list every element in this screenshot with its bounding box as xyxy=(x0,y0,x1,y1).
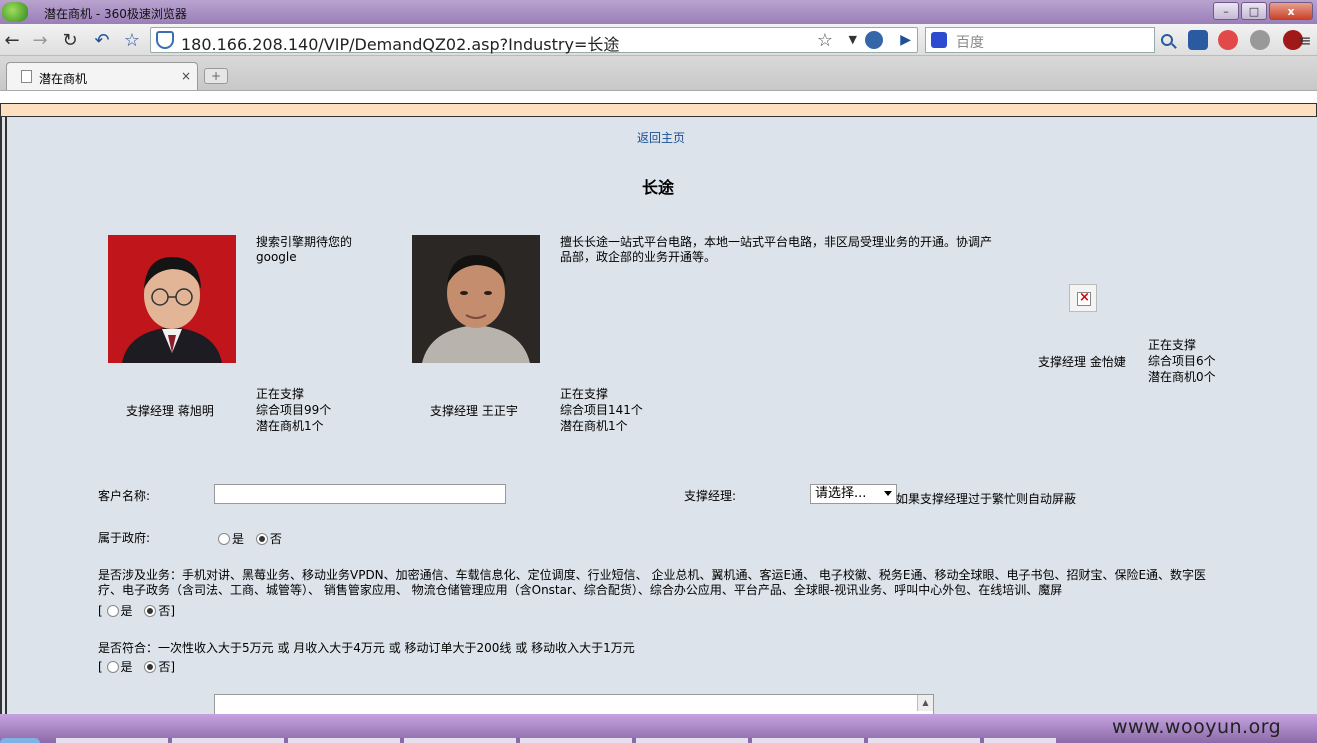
reload-icon[interactable]: ↻ xyxy=(58,28,82,52)
manager-label-2: 支撑经理 王正宇 xyxy=(430,404,518,418)
weibo-icon[interactable] xyxy=(1218,30,1238,50)
taskbar-items xyxy=(0,738,1317,743)
customer-name-label: 客户名称: xyxy=(98,489,151,503)
address-url[interactable]: 180.166.208.140/VIP/DemandQZ02.asp?Indus… xyxy=(181,31,619,55)
page-content: 返回主页 长途 搜索引擎期待您的 google 支撑经理 蒋旭明 正在支撑 综合… xyxy=(0,117,1317,714)
menu-icon[interactable]: ≡ xyxy=(1293,28,1317,52)
apps-grid-icon[interactable] xyxy=(1188,30,1208,50)
manager-photo-1 xyxy=(108,235,236,363)
tab-active[interactable]: 潜在商机 × xyxy=(6,62,198,90)
revenue-yes-radio[interactable] xyxy=(106,661,119,673)
window-title: 潜在商机 - 360极速浏览器 xyxy=(44,7,187,21)
address-bar[interactable]: 180.166.208.140/VIP/DemandQZ02.asp?Indus… xyxy=(150,27,918,55)
gov-no-radio[interactable] xyxy=(255,533,268,545)
bracket-open: [ xyxy=(98,604,103,618)
gov-yes-radio[interactable] xyxy=(218,533,230,545)
search-button[interactable] xyxy=(1155,27,1179,53)
business-no-radio[interactable] xyxy=(144,605,157,617)
forward-icon[interactable]: → xyxy=(28,28,52,52)
close-tab-icon[interactable]: × xyxy=(181,69,191,83)
back-home-link[interactable]: 返回主页 xyxy=(637,129,685,146)
title-bar: 潜在商机 - 360极速浏览器 – □ x xyxy=(0,0,1317,24)
taskbar: www.wooyun.org xyxy=(0,714,1317,743)
close-window-button[interactable]: x xyxy=(1269,2,1313,20)
browser-logo-icon xyxy=(2,2,28,22)
page-top-bar xyxy=(0,103,1317,117)
manager-stats-3: 正在支撑 综合项目6个 潜在商机0个 xyxy=(1148,338,1216,384)
manager-note: 如果支撑经理过于繁忙则自动屏蔽 xyxy=(896,492,1077,506)
manager-stats-2: 正在支撑 综合项目141个 潜在商机1个 xyxy=(560,387,643,433)
bookmark-star-icon[interactable]: ☆ xyxy=(817,30,833,51)
manager-label-3: 支撑经理 金怡婕 xyxy=(1038,355,1126,369)
browser-toolbar: ← → ↻ ↶ ☆ 180.166.208.140/VIP/DemandQZ02… xyxy=(0,24,1317,56)
toolbar-spacer xyxy=(0,90,1317,103)
security-shield-icon xyxy=(156,31,174,49)
bracket-open-2: [ xyxy=(98,660,103,674)
extension-icon[interactable] xyxy=(1250,30,1270,50)
search-box[interactable]: 百度 xyxy=(925,27,1155,53)
gov-label: 属于政府: xyxy=(98,531,151,545)
manager-photo-2 xyxy=(412,235,540,363)
manager-select[interactable]: 请选择... xyxy=(810,484,897,504)
go-icon[interactable]: ▶ xyxy=(900,32,911,48)
minimize-button[interactable]: – xyxy=(1213,2,1239,20)
customer-name-input[interactable] xyxy=(214,484,506,504)
business-radio-group: [ 是 否] xyxy=(98,602,175,619)
tab-strip: 潜在商机 × + xyxy=(0,56,1317,90)
revenue-no-label: 否 xyxy=(158,660,171,674)
business-yes-label: 是 xyxy=(120,604,133,618)
gov-yes-label: 是 xyxy=(232,532,245,546)
manager-stats-1: 正在支撑 综合项目99个 潜在商机1个 xyxy=(256,387,332,433)
new-tab-button[interactable]: + xyxy=(204,68,228,84)
manager-desc-1: 搜索引擎期待您的 google xyxy=(256,235,353,264)
business-no-label: 否 xyxy=(158,604,171,618)
manager-select-label: 支撑经理: xyxy=(684,489,737,503)
broken-image-icon: × xyxy=(1069,284,1097,312)
tab-title[interactable]: 潜在商机 xyxy=(39,70,87,87)
manager-desc-2: 擅长长途一站式平台电路，本地一站式平台电路，非区局受理业务的开通。协调产 品部，… xyxy=(560,235,993,264)
manager-select-value: 请选择... xyxy=(815,486,867,501)
revenue-question: 是否符合：一次性收入大于5万元 或 月收入大于4万元 或 移动订单大于200线 … xyxy=(98,641,635,655)
undo-close-icon[interactable]: ↶ xyxy=(90,28,114,52)
manager-label-1: 支撑经理 蒋旭明 xyxy=(126,404,214,418)
bracket-close: ] xyxy=(170,604,176,618)
bracket-close-2: ] xyxy=(170,660,176,674)
compat-mode-icon[interactable] xyxy=(865,31,883,49)
back-icon[interactable]: ← xyxy=(0,28,24,52)
favorites-star-icon[interactable]: ☆ xyxy=(120,28,144,52)
gov-radio-group: 是 否 xyxy=(218,530,282,547)
watermark: www.wooyun.org xyxy=(1112,716,1282,738)
taskbar-buttons[interactable] xyxy=(56,738,1056,743)
search-icon xyxy=(1161,34,1173,46)
page-title: 长途 xyxy=(642,178,675,197)
page-icon xyxy=(21,70,32,83)
maximize-button[interactable]: □ xyxy=(1241,2,1267,20)
revenue-no-radio[interactable] xyxy=(144,661,157,673)
start-orb-icon[interactable] xyxy=(0,738,40,743)
business-yes-radio[interactable] xyxy=(106,605,119,617)
search-engine-name[interactable]: 百度 xyxy=(956,32,984,52)
remarks-textarea[interactable]: ▲ xyxy=(214,694,934,714)
address-dropdown-icon[interactable]: ▼ xyxy=(849,33,857,46)
chevron-down-icon xyxy=(884,491,892,496)
revenue-radio-group: [ 是 否] xyxy=(98,658,175,675)
gov-no-label: 否 xyxy=(269,532,282,546)
baidu-icon xyxy=(931,32,947,48)
revenue-yes-label: 是 xyxy=(120,660,133,674)
business-question: 是否涉及业务：手机对讲、黑莓业务、移动业务VPDN、加密通信、车载信息化、定位调… xyxy=(98,568,1207,597)
scroll-up-icon[interactable]: ▲ xyxy=(917,695,933,711)
